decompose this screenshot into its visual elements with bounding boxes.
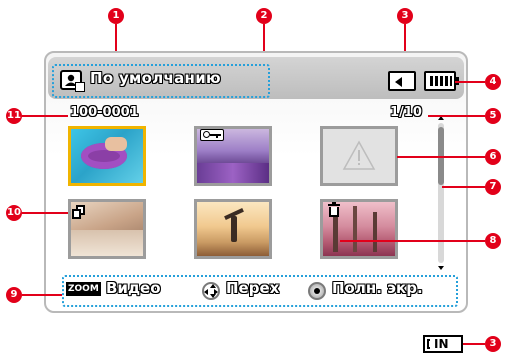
delete-trash-icon	[328, 202, 340, 217]
callout-1: 1	[108, 8, 124, 24]
video-label: Видео	[106, 279, 161, 297]
callout-4: 4	[485, 74, 501, 90]
move-label: Перех	[226, 279, 280, 297]
mode-label: По умолчанию	[90, 69, 221, 87]
protect-key-icon	[200, 129, 224, 141]
thumbnail-5[interactable]	[194, 199, 272, 259]
ok-button-icon	[308, 282, 326, 300]
callout-3-bottom: 3	[485, 336, 501, 352]
zoom-tag: ZOOM	[66, 282, 101, 296]
scrollbar-track[interactable]	[438, 123, 444, 263]
fullscreen-label: Полн. экр.	[332, 279, 423, 297]
callout-4-leader	[455, 81, 485, 83]
callout-11-leader	[22, 115, 68, 117]
in-label: IN	[434, 337, 449, 351]
callout-8: 8	[485, 233, 501, 249]
page-counter: 1/10	[390, 105, 422, 120]
callout-7-leader	[442, 186, 485, 188]
scroll-down-arrow[interactable]	[438, 266, 444, 270]
callout-9-leader	[22, 294, 62, 296]
thumbnail-3-error[interactable]	[320, 126, 398, 186]
callout-5-leader	[428, 115, 485, 117]
in-badge: IN	[423, 335, 463, 353]
lcd-screen: По умолчанию 100-0001 1/10 ZOOM Видео Пе…	[44, 51, 468, 313]
callout-10: 10	[6, 205, 22, 221]
callout-7: 7	[485, 179, 501, 195]
callout-2: 2	[256, 8, 272, 24]
four-way-dpad-icon	[202, 282, 220, 300]
callout-10-leader	[22, 212, 68, 214]
battery-icon	[424, 71, 456, 91]
callout-3b-leader	[463, 343, 485, 345]
callout-6: 6	[485, 149, 501, 165]
callout-5: 5	[485, 108, 501, 124]
folder-file-number: 100-0001	[70, 105, 139, 120]
memory-card-icon	[388, 71, 416, 91]
callout-8-leader	[340, 240, 485, 242]
callout-3: 3	[397, 8, 413, 24]
callout-11: 11	[6, 108, 22, 124]
print-order-icon	[72, 205, 86, 219]
thumbnail-1-selected[interactable]	[68, 126, 146, 186]
storage-mode-icon	[60, 70, 85, 92]
callout-6-leader	[397, 156, 485, 158]
callout-9: 9	[6, 287, 22, 303]
